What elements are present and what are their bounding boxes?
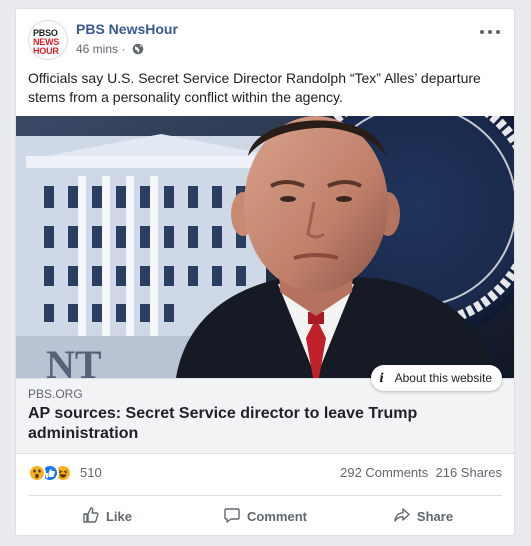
globe-icon	[132, 43, 144, 58]
svg-text:NT: NT	[46, 342, 102, 378]
meta-separator: ·	[121, 42, 126, 56]
pbs-newshour-logo: PBSO NEWS HOUR	[33, 29, 65, 56]
comment-count[interactable]: 292 Comments	[340, 465, 428, 480]
share-label: Share	[416, 508, 454, 524]
comment-label: Comment	[247, 508, 307, 524]
logo-line-3: HOUR	[33, 46, 59, 56]
actions-divider	[28, 495, 502, 496]
page-name-link[interactable]: PBS NewsHour	[76, 21, 178, 37]
share-icon	[393, 506, 411, 527]
link-title[interactable]: AP sources: Secret Service director to l…	[28, 404, 498, 444]
share-button[interactable]: Share	[344, 500, 502, 532]
comment-icon	[223, 506, 241, 527]
post-header: PBSO NEWS HOUR PBS NewsHour 46 mins ·	[28, 20, 502, 60]
post-timestamp[interactable]: 46 mins	[76, 42, 118, 56]
about-this-website-button[interactable]: i About this website	[371, 365, 502, 391]
link-preview-image[interactable]: NT	[16, 116, 514, 378]
comment-button[interactable]: Comment	[186, 500, 344, 532]
link-preview[interactable]: i About this website PBS.ORG AP sources:…	[16, 365, 514, 454]
like-label: Like	[105, 508, 132, 524]
link-domain: PBS.ORG	[28, 387, 83, 401]
post-actions: Like Comment Share	[28, 500, 502, 532]
more-options-icon[interactable]	[480, 26, 502, 38]
wow-reaction-icon	[28, 464, 46, 482]
engagement-stats: 510 292 Comments 216 Shares	[28, 463, 502, 483]
comment-share-counts: 292 Comments 216 Shares	[340, 465, 502, 480]
about-label: About this website	[394, 371, 492, 385]
info-icon: i	[379, 371, 384, 385]
page-avatar[interactable]: PBSO NEWS HOUR	[28, 20, 68, 60]
like-button[interactable]: Like	[28, 500, 186, 532]
reaction-count[interactable]: 510	[80, 465, 102, 480]
post-meta: 46 mins ·	[76, 42, 144, 58]
feed-post-card: PBSO NEWS HOUR PBS NewsHour 46 mins · Of…	[15, 8, 515, 536]
thumbs-up-icon	[82, 506, 100, 527]
share-count[interactable]: 216 Shares	[436, 465, 503, 480]
post-message: Officials say U.S. Secret Service Direct…	[28, 70, 481, 105]
